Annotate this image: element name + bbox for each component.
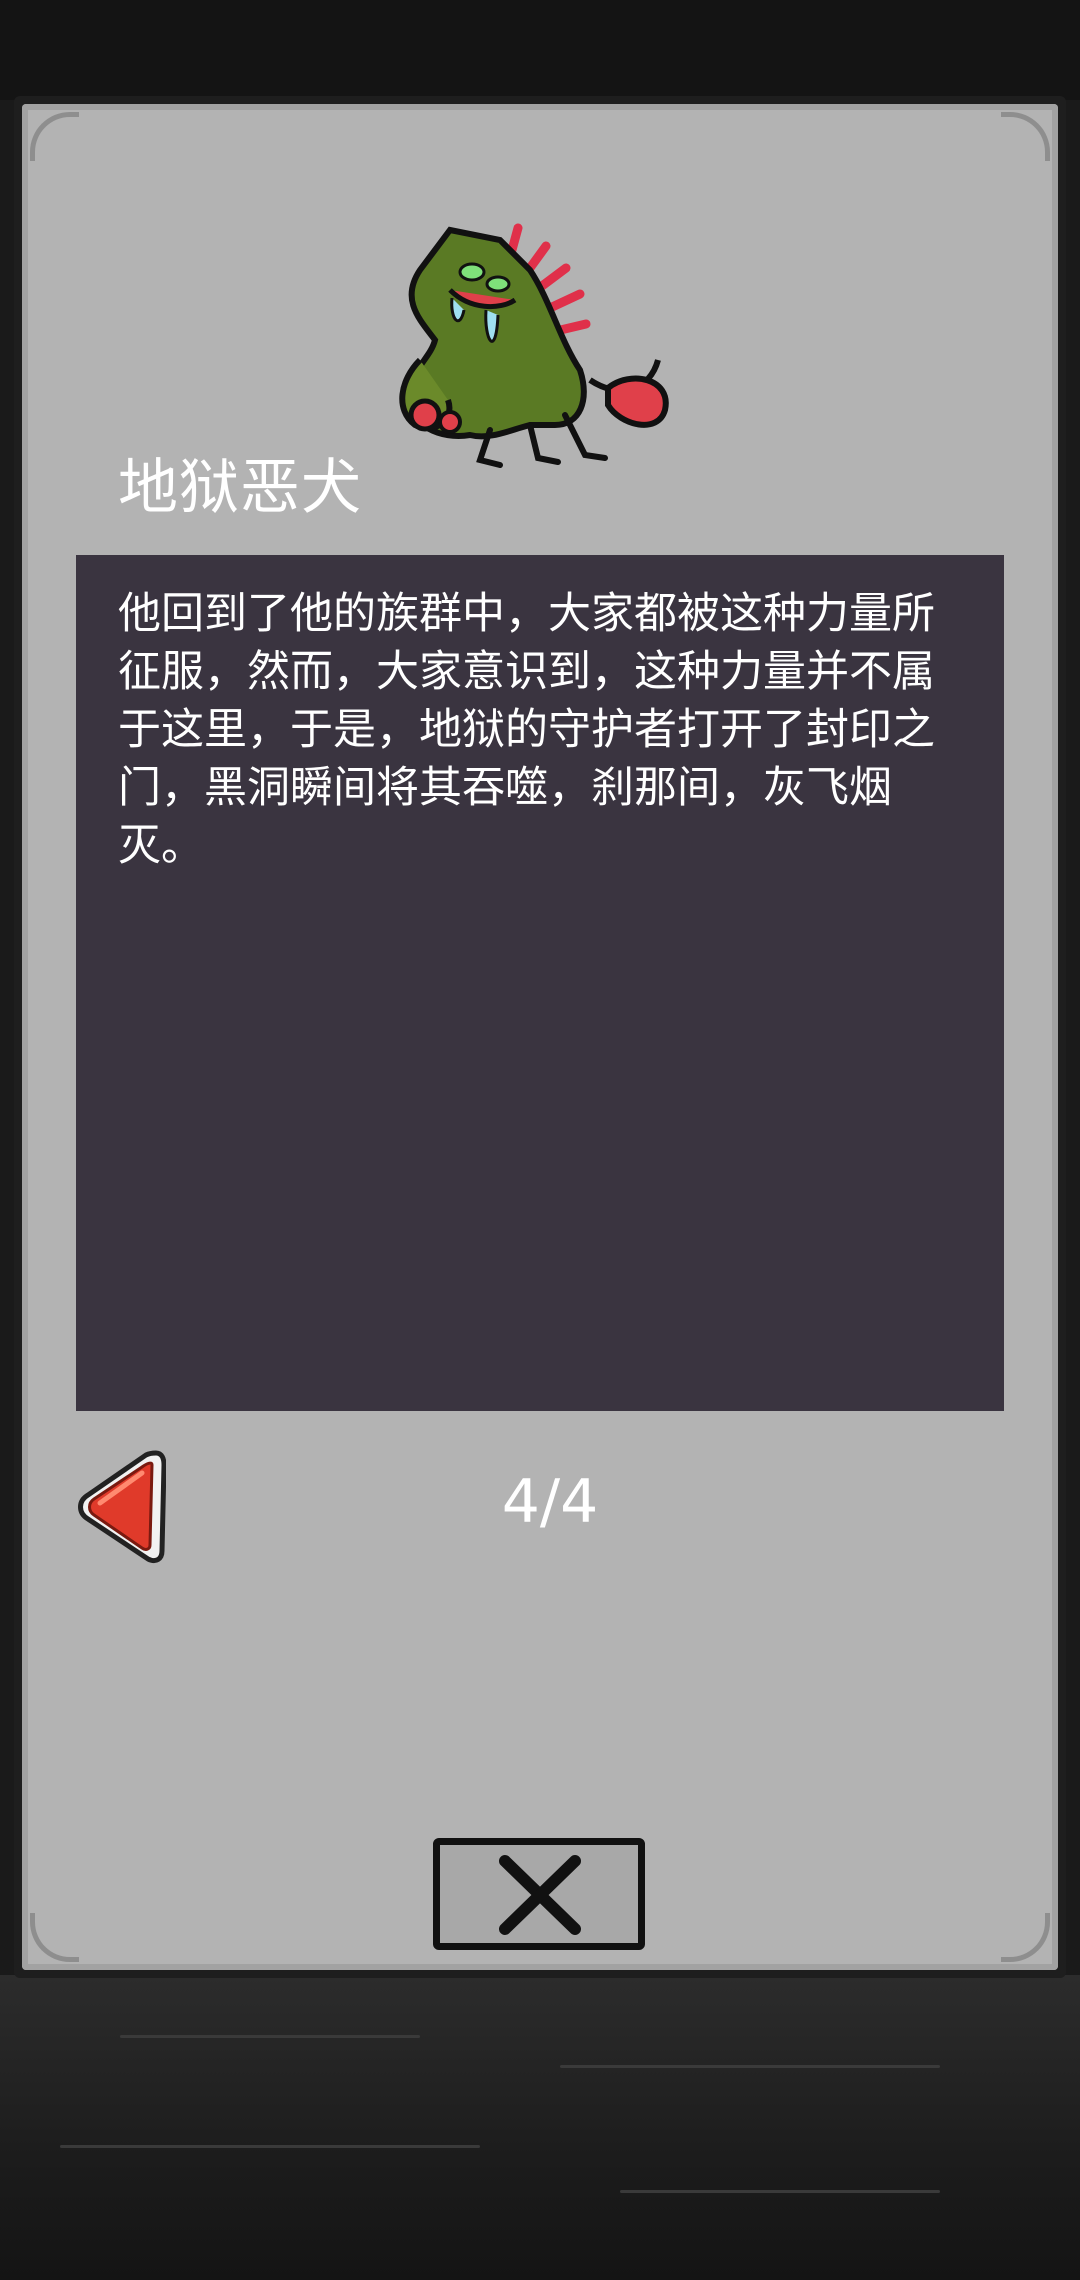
hellhound-monster-icon [380,210,680,480]
top-bar [0,0,1080,100]
background-floor [0,1975,1080,2280]
panel-corner-bottom-right [1001,1913,1050,1962]
panel-corner-top-left [30,112,79,161]
close-button[interactable] [433,1838,645,1950]
description-text: 他回到了他的族群中，大家都被这种力量所征服，然而，大家意识到，这种力量并不属于这… [118,589,935,871]
previous-page-button[interactable] [76,1443,167,1565]
panel-corner-bottom-left [30,1913,79,1962]
close-x-icon [499,1855,581,1935]
description-box: 他回到了他的族群中，大家都被这种力量所征服，然而，大家意识到，这种力量并不属于这… [76,555,1004,1411]
page-indicator: 4/4 [501,1467,599,1537]
red-left-arrow-icon [78,1450,167,1564]
monster-name: 地狱恶犬 [118,453,362,523]
panel-corner-top-right [1001,112,1050,161]
